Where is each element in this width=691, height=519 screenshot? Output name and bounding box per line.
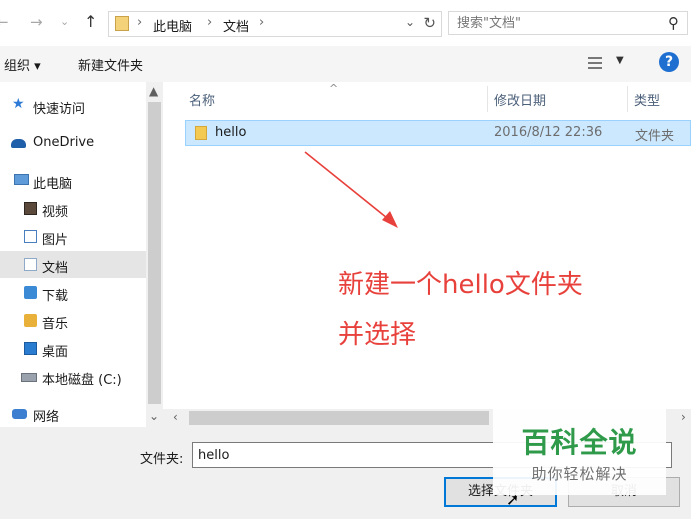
column-divider[interactable]: [627, 86, 628, 112]
file-name: hello: [215, 125, 247, 140]
search-box[interactable]: ⚲: [448, 11, 688, 35]
sidebar-item-label: 图片: [42, 233, 69, 248]
navigation-scrollbar[interactable]: ▲ ⌄: [146, 82, 163, 427]
organize-button[interactable]: 组织 ▾: [4, 55, 41, 74]
folder-label: 文件夹:: [140, 452, 184, 467]
star-icon: ★: [12, 96, 25, 112]
sort-arrow-icon: ^: [329, 82, 339, 95]
scroll-right-icon[interactable]: ›: [681, 410, 686, 424]
sidebar-item-pictures[interactable]: 图片: [0, 223, 146, 250]
sidebar-item-network[interactable]: 网络: [0, 400, 146, 427]
sidebar-item-videos[interactable]: 视频: [0, 195, 146, 222]
watermark-title: 百科全说: [521, 426, 638, 459]
video-icon: [24, 202, 37, 215]
column-header-type[interactable]: 类型: [634, 90, 660, 109]
annotation-line-1: 新建一个hello文件夹: [338, 270, 583, 300]
sidebar-item-label: 此电脑: [33, 177, 73, 192]
sidebar-item-label: 下载: [42, 289, 69, 304]
sidebar-item-desktop[interactable]: 桌面: [0, 335, 146, 362]
cloud-icon: [11, 139, 26, 148]
documents-folder-icon: [115, 16, 129, 31]
scroll-up-icon[interactable]: ▲: [149, 84, 158, 98]
toolbar: 组织 ▾ 新建文件夹 ▼ ?: [0, 46, 691, 83]
watermark-subtitle: 助你轻松解决: [531, 465, 628, 483]
sidebar-item-onedrive[interactable]: OneDrive: [0, 129, 146, 156]
drive-icon: [21, 373, 37, 382]
scroll-down-icon[interactable]: ⌄: [149, 409, 159, 423]
forward-arrow-icon[interactable]: →: [30, 13, 43, 31]
desktop-icon: [24, 342, 37, 355]
view-options-icon[interactable]: [588, 56, 602, 70]
breadcrumb-documents[interactable]: 文档: [223, 16, 249, 35]
scroll-thumb[interactable]: [189, 411, 489, 425]
refresh-icon[interactable]: ↻: [423, 14, 436, 32]
help-icon[interactable]: ?: [659, 52, 679, 72]
network-icon: [12, 409, 27, 419]
sidebar-item-documents[interactable]: 文档: [0, 251, 146, 278]
sidebar-item-label: 桌面: [42, 345, 69, 360]
watermark: 百科全说 助你轻松解决: [493, 409, 666, 495]
sidebar-item-music[interactable]: 音乐: [0, 307, 146, 334]
breadcrumb-separator: ›: [137, 15, 143, 30]
address-bar[interactable]: › 此电脑 › 文档 › ⌄ ↻: [108, 11, 442, 37]
sidebar-item-local-disk[interactable]: 本地磁盘 (C:): [0, 363, 146, 390]
annotation-line-2: 并选择: [338, 320, 417, 350]
column-divider[interactable]: [487, 86, 488, 112]
document-icon: [24, 258, 37, 271]
recent-dropdown-icon[interactable]: ⌄: [60, 15, 69, 28]
scroll-thumb[interactable]: [148, 102, 161, 404]
column-header-date[interactable]: 修改日期: [494, 90, 546, 109]
up-arrow-icon[interactable]: ↑: [84, 12, 97, 31]
search-input[interactable]: [455, 15, 659, 32]
search-icon[interactable]: ⚲: [668, 14, 679, 32]
sidebar-item-downloads[interactable]: 下载: [0, 279, 146, 306]
scroll-left-icon[interactable]: ‹: [173, 410, 178, 424]
breadcrumb-separator: ›: [207, 15, 213, 30]
sidebar-item-label: 本地磁盘 (C:): [42, 373, 122, 388]
file-list: ^ 名称 修改日期 类型 hello 2016/8/12 22:36 文件夹: [163, 82, 691, 409]
folder-icon: [195, 126, 207, 140]
sidebar-item-label: 快速访问: [33, 102, 86, 117]
column-header-name[interactable]: 名称: [189, 90, 215, 109]
sidebar-item-label: 音乐: [42, 317, 69, 332]
address-dropdown-icon[interactable]: ⌄: [405, 15, 415, 29]
file-date: 2016/8/12 22:36: [494, 125, 603, 140]
breadcrumb-this-pc[interactable]: 此电脑: [153, 16, 192, 35]
breadcrumb-separator[interactable]: ›: [259, 15, 264, 30]
back-arrow-icon[interactable]: ←: [0, 13, 9, 31]
sidebar-item-quick-access[interactable]: ★ 快速访问: [0, 92, 146, 119]
table-row[interactable]: hello 2016/8/12 22:36 文件夹: [185, 120, 691, 146]
sidebar-item-label: 文档: [42, 261, 69, 276]
picture-icon: [24, 230, 37, 243]
file-type: 文件夹: [635, 129, 675, 144]
music-icon: [24, 314, 37, 327]
new-folder-button[interactable]: 新建文件夹: [78, 55, 143, 74]
navigation-pane: ★ 快速访问 OneDrive 此电脑 视频 图片 文档 下载 音乐 桌面 本地…: [0, 82, 146, 427]
sidebar-item-label: 视频: [42, 205, 69, 220]
download-icon: [24, 286, 37, 299]
sidebar-item-this-pc[interactable]: 此电脑: [0, 167, 146, 194]
address-row: ← → ⌄ ↑ › 此电脑 › 文档 › ⌄ ↻ ⚲: [0, 0, 691, 46]
sidebar-item-label: OneDrive: [33, 135, 95, 150]
sidebar-item-label: 网络: [33, 410, 60, 425]
computer-icon: [14, 174, 29, 185]
view-dropdown-icon[interactable]: ▼: [616, 55, 624, 66]
